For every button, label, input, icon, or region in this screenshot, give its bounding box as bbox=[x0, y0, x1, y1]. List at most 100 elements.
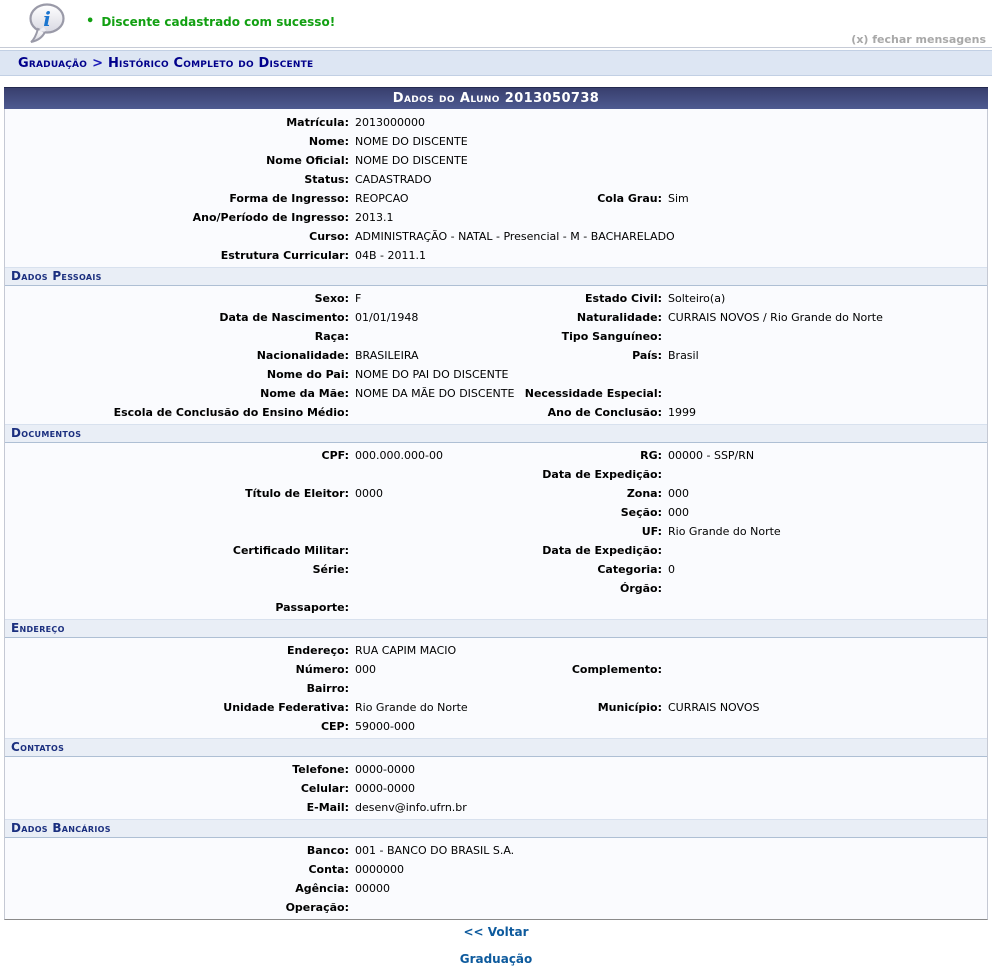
field-value bbox=[352, 474, 520, 476]
field-label: Agência: bbox=[5, 880, 352, 897]
field-value: 000 bbox=[352, 661, 520, 678]
table-row: Escola de Conclusão do Ensino Médio:Ano … bbox=[5, 403, 987, 422]
breadcrumb-module: Graduação bbox=[18, 56, 87, 71]
field-label bbox=[5, 474, 352, 476]
field-label: Passaporte: bbox=[5, 599, 352, 616]
table-row: Série:Categoria:0 bbox=[5, 560, 987, 579]
field-label: Zona: bbox=[520, 485, 665, 502]
field-label: Naturalidade: bbox=[520, 309, 665, 326]
field-label: Curso: bbox=[5, 228, 352, 245]
field-value: Rio Grande do Norte bbox=[352, 699, 520, 716]
table-row: Raça:Tipo Sanguíneo: bbox=[5, 327, 987, 346]
field-label: Operação: bbox=[5, 899, 352, 916]
table-row: Sexo:FEstado Civil:Solteiro(a) bbox=[5, 289, 987, 308]
field-label: Data de Nascimento: bbox=[5, 309, 352, 326]
field-value: 0000000 bbox=[352, 861, 987, 878]
field-value bbox=[665, 588, 987, 590]
field-label: Matrícula: bbox=[5, 114, 352, 131]
field-label: Nome: bbox=[5, 133, 352, 150]
field-value: 01/01/1948 bbox=[352, 309, 520, 326]
table-row: Celular:0000-0000 bbox=[5, 779, 987, 798]
table-row: Nome Oficial:NOME DO DISCENTE bbox=[5, 151, 987, 170]
field-value: 000.000.000-00 bbox=[352, 447, 520, 464]
field-value bbox=[352, 412, 520, 414]
field-value: 04B - 2011.1 bbox=[352, 247, 987, 264]
breadcrumb-separator-icon: > bbox=[92, 56, 103, 71]
field-label bbox=[5, 512, 352, 514]
field-value: Rio Grande do Norte bbox=[665, 523, 987, 540]
field-value: 2013.1 bbox=[352, 209, 987, 226]
back-link[interactable]: << Voltar bbox=[463, 925, 528, 939]
field-label: Tipo Sanguíneo: bbox=[520, 328, 665, 345]
table-row: Seção:000 bbox=[5, 503, 987, 522]
table-row: Matrícula:2013000000 bbox=[5, 113, 987, 132]
field-label: UF: bbox=[520, 523, 665, 540]
table-row: Curso:ADMINISTRAÇÃO - NATAL - Presencial… bbox=[5, 227, 987, 246]
field-label: Sexo: bbox=[5, 290, 352, 307]
field-label: RG: bbox=[520, 447, 665, 464]
field-label bbox=[5, 588, 352, 590]
field-label: Município: bbox=[520, 699, 665, 716]
table-row: Certificado Militar:Data de Expedição: bbox=[5, 541, 987, 560]
field-label: Estrutura Curricular: bbox=[5, 247, 352, 264]
section-header-endereco: Endereço bbox=[5, 619, 987, 638]
field-label: Seção: bbox=[520, 504, 665, 521]
field-label: Conta: bbox=[5, 861, 352, 878]
svg-text:i: i bbox=[43, 7, 51, 31]
table-row: Conta:0000000 bbox=[5, 860, 987, 879]
field-value: 000 bbox=[665, 504, 987, 521]
field-label: Complemento: bbox=[520, 661, 665, 678]
message-list: • Discente cadastrado com sucesso! bbox=[86, 14, 335, 29]
field-value: 001 - BANCO DO BRASIL S.A. bbox=[352, 842, 987, 859]
field-value bbox=[352, 607, 520, 609]
table-row: Bairro: bbox=[5, 679, 987, 698]
breadcrumb-page: Histórico Completo do Discente bbox=[108, 56, 313, 71]
graduacao-module-link[interactable]: Graduação bbox=[460, 952, 533, 966]
table-title: Dados do Aluno 2013050738 bbox=[4, 87, 988, 109]
success-message: Discente cadastrado com sucesso! bbox=[101, 15, 335, 29]
table-row: Passaporte: bbox=[5, 598, 987, 617]
field-label: Título de Eleitor: bbox=[5, 485, 352, 502]
field-value: BRASILEIRA bbox=[352, 347, 520, 364]
field-label: Banco: bbox=[5, 842, 352, 859]
table-row: Nacionalidade:BRASILEIRAPaís:Brasil bbox=[5, 346, 987, 365]
field-value: Brasil bbox=[665, 347, 987, 364]
field-label: Ano/Período de Ingresso: bbox=[5, 209, 352, 226]
field-value bbox=[352, 336, 520, 338]
field-value: Sim bbox=[665, 190, 987, 207]
breadcrumb: Graduação > Histórico Completo do Discen… bbox=[0, 50, 992, 76]
field-value: 1999 bbox=[665, 404, 987, 421]
field-value: NOME DO PAI DO DISCENTE bbox=[352, 366, 520, 383]
section-header-dados-bancarios: Dados Bancários bbox=[5, 819, 987, 838]
bullet-icon: • bbox=[86, 14, 94, 29]
field-value: 0 bbox=[665, 561, 987, 578]
field-value: CURRAIS NOVOS bbox=[665, 699, 987, 716]
table-row: Nome da Mãe:NOME DA MÃE DO DISCENTENeces… bbox=[5, 384, 987, 403]
field-label: País: bbox=[520, 347, 665, 364]
field-value bbox=[665, 550, 987, 552]
field-value: desenv@info.ufrn.br bbox=[352, 799, 987, 816]
messages-panel: i • Discente cadastrado com sucesso! (x)… bbox=[0, 0, 992, 48]
table-row: Data de Expedição: bbox=[5, 465, 987, 484]
table-row: Título de Eleitor:0000Zona:000 bbox=[5, 484, 987, 503]
table-row: CPF:000.000.000-00RG:00000 - SSP/RN bbox=[5, 446, 987, 465]
field-label: Série: bbox=[5, 561, 352, 578]
field-label: Estado Civil: bbox=[520, 290, 665, 307]
field-label: Data de Expedição: bbox=[520, 466, 665, 483]
close-messages-link[interactable]: (x) fechar mensagens bbox=[851, 33, 986, 46]
field-label: Escola de Conclusão do Ensino Médio: bbox=[5, 404, 352, 421]
field-label: Órgão: bbox=[520, 580, 665, 597]
table-row: Nome:NOME DO DISCENTE bbox=[5, 132, 987, 151]
table-row: Banco:001 - BANCO DO BRASIL S.A. bbox=[5, 841, 987, 860]
table-row: Número:000Complemento: bbox=[5, 660, 987, 679]
field-label: Nacionalidade: bbox=[5, 347, 352, 364]
table-row: Estrutura Curricular:04B - 2011.1 bbox=[5, 246, 987, 265]
field-value bbox=[665, 607, 987, 609]
table-row: UF:Rio Grande do Norte bbox=[5, 522, 987, 541]
field-value bbox=[665, 474, 987, 476]
field-value bbox=[352, 569, 520, 571]
table-row: Operação: bbox=[5, 898, 987, 917]
table-row: Status:CADASTRADO bbox=[5, 170, 987, 189]
field-value: NOME DA MÃE DO DISCENTE bbox=[352, 385, 520, 402]
field-value bbox=[352, 907, 987, 909]
